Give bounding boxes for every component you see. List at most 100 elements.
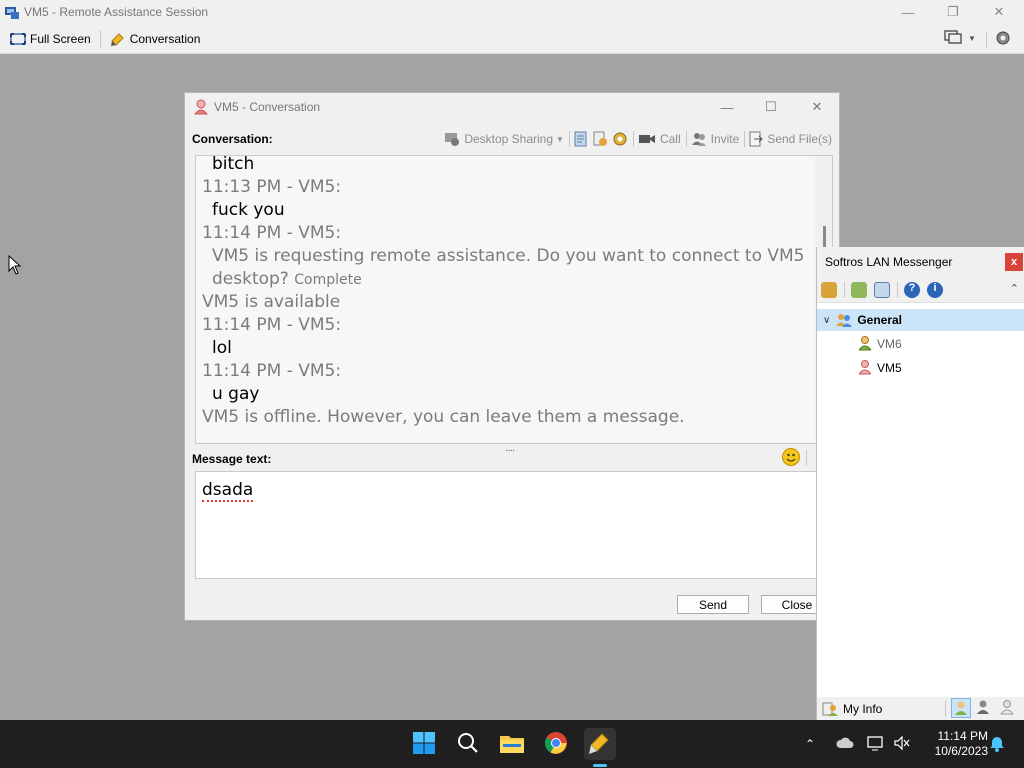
toolbar-separator xyxy=(632,131,634,147)
status-away-button[interactable] xyxy=(976,700,990,718)
send-file-icon xyxy=(749,131,764,147)
conv-maximize-button[interactable]: ☐ xyxy=(748,97,794,117)
send-files-button[interactable]: Send File(s) xyxy=(749,131,832,147)
windows-start-icon xyxy=(412,731,436,758)
conv-minimize-button[interactable]: — xyxy=(704,97,750,117)
conversation-toolbar: Conversation: Desktop Sharing ▼ Call Inv… xyxy=(192,129,832,149)
history-icon[interactable] xyxy=(874,281,890,298)
speaker-muted-icon xyxy=(893,735,911,754)
smiley-icon xyxy=(783,453,799,468)
call-button[interactable]: Call xyxy=(638,132,681,146)
contact-name: VM5 xyxy=(877,360,902,375)
conversation-label: Conversation: xyxy=(192,132,273,146)
file-explorer-button[interactable] xyxy=(496,728,528,760)
toolbar-separator xyxy=(744,131,746,147)
contact-group-general[interactable]: ∨ General xyxy=(817,309,1024,331)
conversation-button[interactable]: Conversation xyxy=(104,27,207,51)
info-icon[interactable]: i xyxy=(927,281,943,298)
message-text: fuck you xyxy=(212,200,285,220)
contact-name: VM6 xyxy=(877,336,902,351)
folder-icon xyxy=(499,732,525,757)
status-message: VM5 is offline. However, you can leave t… xyxy=(202,407,685,427)
message-text: u gay xyxy=(212,384,260,404)
conversation-history[interactable]: bitch 11:13 PM - VM5: fuck you 11:14 PM … xyxy=(195,155,833,444)
desktop-sharing-label: Desktop Sharing xyxy=(464,132,554,146)
toolbar-separator xyxy=(806,450,807,466)
contact-vm6[interactable]: VM6 xyxy=(859,336,902,351)
fullscreen-icon xyxy=(10,32,26,46)
invite-users-icon xyxy=(691,131,707,147)
messenger-title: Softros LAN Messenger xyxy=(825,255,953,269)
history-icon xyxy=(574,131,588,147)
cloud-icon xyxy=(836,736,854,753)
fullscreen-button[interactable]: Full Screen xyxy=(4,27,97,51)
messenger-icon xyxy=(588,731,612,758)
group-label: General xyxy=(857,313,903,327)
notifications-button[interactable] xyxy=(989,720,1005,768)
show-hidden-icons-button[interactable]: ⌃ xyxy=(805,720,815,768)
status-offline-icon xyxy=(1000,700,1014,715)
messenger-titlebar: Softros LAN Messenger x xyxy=(817,247,1024,277)
toolbar-separator xyxy=(986,32,987,48)
message-input[interactable]: dsada xyxy=(195,471,833,579)
message-text: lol xyxy=(212,338,232,358)
chrome-button[interactable] xyxy=(540,728,572,760)
message-text-part: desktop? xyxy=(212,269,289,289)
start-button[interactable] xyxy=(408,728,440,760)
history-button[interactable] xyxy=(574,131,588,147)
fullscreen-label: Full Screen xyxy=(30,31,91,46)
bell-icon xyxy=(989,734,1005,755)
message-text: desktop? Complete xyxy=(212,268,362,291)
status-offline-button[interactable] xyxy=(1000,700,1014,718)
splitter-handle[interactable]: ···· xyxy=(505,445,515,456)
network-icon xyxy=(866,735,884,754)
search-button[interactable] xyxy=(452,728,484,760)
remote-assistance-button[interactable] xyxy=(612,131,628,147)
network-tray[interactable] xyxy=(866,720,884,768)
restore-button[interactable]: ❐ xyxy=(930,0,976,24)
messenger-panel: Softros LAN Messenger x ? i ⌃ ∨ General … xyxy=(816,247,1024,720)
remote-session-titlebar: VM5 - Remote Assistance Session — ❐ ✕ xyxy=(0,0,1024,24)
volume-tray[interactable] xyxy=(893,720,911,768)
desktop-sharing-icon xyxy=(444,131,460,147)
conversation-window: VM5 - Conversation — ☐ ✕ Conversation: D… xyxy=(184,92,840,621)
chevron-down-icon[interactable]: ∨ xyxy=(823,315,830,326)
onedrive-tray[interactable] xyxy=(836,720,854,768)
remote-session-toolbar: Full Screen Conversation ▼ xyxy=(0,24,1024,54)
taskbar-clock[interactable]: 11:14 PM 10/6/2023 xyxy=(918,729,988,759)
send-button[interactable]: Send xyxy=(677,595,749,614)
contact-info-button[interactable] xyxy=(592,131,608,147)
conversation-label: Conversation xyxy=(129,31,201,46)
toolbar-separator xyxy=(685,131,687,147)
lan-messenger-button[interactable] xyxy=(584,728,616,760)
messenger-close-button[interactable]: x xyxy=(1005,253,1023,271)
emoticon-button[interactable] xyxy=(782,448,800,466)
conversation-titlebar: VM5 - Conversation — ☐ ✕ xyxy=(185,93,839,121)
message-header: 11:13 PM - VM5: xyxy=(202,177,342,197)
contact-online-icon xyxy=(859,336,871,351)
settings-gear-button[interactable] xyxy=(995,30,1011,49)
status-online-button[interactable] xyxy=(951,698,971,718)
message-header: 11:14 PM - VM5: xyxy=(202,361,342,381)
chevron-up-icon[interactable]: ⌃ xyxy=(1010,282,1019,295)
desktop-sharing-button[interactable]: Desktop Sharing ▼ xyxy=(444,131,564,147)
my-info-button[interactable]: My Info xyxy=(822,701,882,717)
remote-assistance-icon xyxy=(5,6,19,19)
gear-icon[interactable] xyxy=(821,281,837,298)
folder-icon[interactable] xyxy=(851,281,867,298)
contact-card-icon xyxy=(592,131,608,147)
close-button[interactable]: ✕ xyxy=(976,0,1022,24)
help-icon[interactable]: ? xyxy=(904,281,920,298)
contact-vm5[interactable]: VM5 xyxy=(859,360,902,375)
minimize-button[interactable]: — xyxy=(885,0,931,24)
chevron-down-icon: ▼ xyxy=(968,34,976,43)
message-text: VM5 is requesting remote assistance. Do … xyxy=(212,246,805,266)
conv-close-button[interactable]: ✕ xyxy=(794,97,840,117)
contact-offline-icon xyxy=(194,99,208,115)
invite-button[interactable]: Invite xyxy=(691,131,739,147)
contact-offline-icon xyxy=(859,360,871,375)
message-text: bitch xyxy=(212,155,255,174)
chevron-up-icon: ⌃ xyxy=(805,737,816,751)
send-files-label: Send File(s) xyxy=(767,132,832,146)
display-options-button[interactable]: ▼ xyxy=(944,29,976,48)
